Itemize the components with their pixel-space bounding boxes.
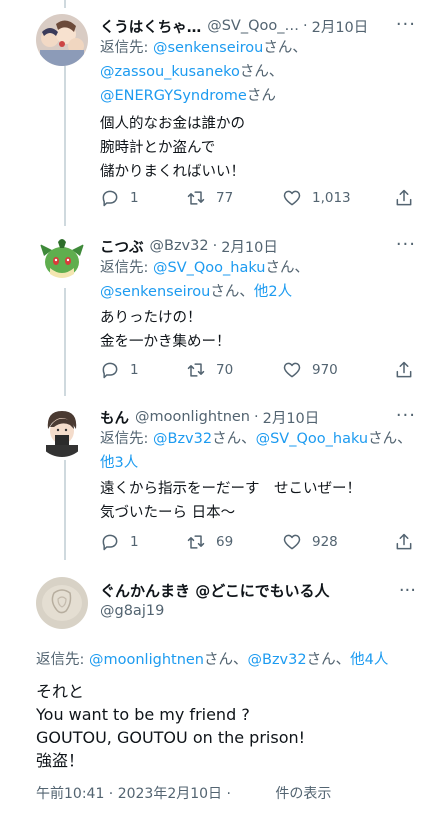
share-icon [396, 189, 412, 206]
more-options-icon[interactable]: ··· [399, 580, 416, 601]
heart-icon [283, 362, 301, 378]
display-name[interactable]: もん [100, 407, 129, 428]
avatar[interactable] [36, 577, 88, 629]
retweet-count: 70 [216, 362, 234, 378]
avatar[interactable] [36, 234, 88, 286]
tweet-timestamp[interactable]: 午前10:41 · 2023年2月10日 · [36, 786, 231, 802]
separator-dot: · [303, 18, 308, 34]
like-button[interactable]: 928 [282, 532, 338, 552]
share-icon [396, 361, 412, 378]
like-button[interactable]: 970 [282, 360, 338, 380]
like-button[interactable]: 1,013 [282, 188, 351, 208]
retweet-icon [187, 363, 205, 377]
reply-tweet[interactable]: もん @moonlightnen · 2月10日 ··· 返信先: @Bzv32… [0, 405, 440, 555]
mention-link[interactable]: @Bzv32 [153, 431, 212, 447]
heart-icon [283, 534, 301, 550]
like-count: 970 [312, 362, 338, 378]
reply-prefix: 返信先: [100, 260, 153, 276]
reply-to: 返信先: @senkenseirouさん、 @zassou_kusanekoさん… [100, 40, 307, 104]
reply-button[interactable]: 1 [100, 188, 139, 208]
avatar[interactable] [36, 405, 88, 457]
like-count: 1,013 [312, 190, 351, 206]
reply-count: 1 [130, 190, 139, 206]
tweet-header: もん @moonlightnen · 2月10日 [100, 405, 432, 429]
tweet-date[interactable]: 2月10日 [221, 236, 278, 257]
more-options-icon[interactable]: ··· [396, 234, 416, 255]
mention-link[interactable]: @zassou_kusaneko [100, 64, 240, 80]
tweet-text: 個人的なお金は誰かの 腕時計とか盗んで 儲かりまくればいい！ [100, 116, 245, 180]
others-link[interactable]: 他3人 [100, 455, 138, 471]
reply-to: 返信先: @SV_Qoo_hakuさん、 @senkenseirouさん、他2人 [100, 260, 309, 300]
reply-to: 返信先: @moonlightnenさん、@Bzv32さん、他4人 [36, 652, 389, 668]
mention-link[interactable]: @SV_Qoo_haku [153, 260, 266, 276]
share-button[interactable] [394, 188, 414, 208]
user-handle[interactable]: @g8aj19 [100, 603, 164, 619]
reply-button[interactable]: 1 [100, 532, 139, 552]
share-button[interactable] [394, 532, 414, 552]
separator-dot: · [254, 409, 259, 425]
share-button[interactable] [394, 360, 414, 380]
more-options-icon[interactable]: ··· [396, 14, 416, 35]
retweet-button[interactable]: 70 [186, 360, 233, 380]
tweet-header: くうはくちゃ… @SV_Qoo_… · 2月10日 [100, 14, 432, 38]
reply-prefix: 返信先: [100, 40, 153, 56]
reply-count: 1 [130, 534, 139, 550]
separator-dot: · [212, 238, 218, 254]
mention-link[interactable]: @Bzv32 [248, 652, 307, 668]
tweet-actions: 1 69 928 [100, 532, 414, 556]
retweet-icon [187, 535, 205, 549]
tweet-actions: 1 70 970 [100, 360, 414, 384]
others-link[interactable]: 他4人 [350, 652, 388, 668]
reply-tweet[interactable]: くうはくちゃ… @SV_Qoo_… · 2月10日 ··· 返信先: @senk… [0, 14, 440, 214]
display-name[interactable]: くうはくちゃ… [100, 16, 201, 37]
tweet-header: こつぶ @Bzv32 · 2月10日 [100, 234, 432, 258]
mention-link[interactable]: @senkenseirou [100, 284, 210, 300]
reply-count: 1 [130, 362, 139, 378]
user-handle[interactable]: @SV_Qoo_… [207, 18, 299, 34]
tweet-meta: 午前10:41 · 2023年2月10日 · 件の表示 [36, 783, 331, 803]
mention-link[interactable]: @SV_Qoo_haku [256, 431, 369, 447]
views-label[interactable]: 件の表示 [275, 786, 331, 802]
retweet-count: 69 [216, 534, 234, 550]
tweet-text: ありったけの！ 金を一かき集めー！ [100, 310, 231, 350]
reply-prefix: 返信先: [100, 431, 153, 447]
mention-link[interactable]: @moonlightnen [89, 652, 204, 668]
tweet-actions: 1 77 1,013 [100, 188, 414, 212]
user-handle[interactable]: @moonlightnen [135, 409, 250, 425]
display-name[interactable]: ぐんかんまき @どこにでもいる人 [100, 580, 329, 601]
tweet-date[interactable]: 2月10日 [312, 16, 369, 37]
like-count: 928 [312, 534, 338, 550]
user-handle[interactable]: @Bzv32 [150, 238, 209, 254]
share-icon [396, 533, 412, 550]
display-name[interactable]: こつぶ [100, 236, 144, 257]
reply-to: 返信先: @Bzv32さん、@SV_Qoo_hakuさん、 他3人 [100, 431, 412, 471]
thread-line-top [64, 0, 66, 8]
tweet-text: 遠くから指示をーだーす せこいぜー！ 気づいたーら 日本〜 [100, 481, 361, 521]
reply-icon [102, 190, 118, 207]
tweet-text: それと You want to be my friend ? GOUTOU, G… [36, 682, 306, 770]
reply-icon [102, 534, 118, 551]
more-options-icon[interactable]: ··· [396, 405, 416, 426]
others-link[interactable]: 他2人 [254, 284, 292, 300]
avatar[interactable] [36, 14, 88, 66]
reply-prefix: 返信先: [36, 652, 89, 668]
reply-button[interactable]: 1 [100, 360, 139, 380]
tweet-date[interactable]: 2月10日 [263, 407, 320, 428]
mention-link[interactable]: @senkenseirou [153, 40, 263, 56]
reply-tweet[interactable]: こつぶ @Bzv32 · 2月10日 ··· 返信先: @SV_Qoo_haku… [0, 234, 440, 384]
retweet-icon [187, 191, 205, 205]
retweet-button[interactable]: 77 [186, 188, 233, 208]
retweet-button[interactable]: 69 [186, 532, 233, 552]
heart-icon [283, 190, 301, 206]
retweet-count: 77 [216, 190, 234, 206]
reply-icon [102, 362, 118, 379]
mention-link[interactable]: @ENERGYSyndrome [100, 88, 247, 104]
